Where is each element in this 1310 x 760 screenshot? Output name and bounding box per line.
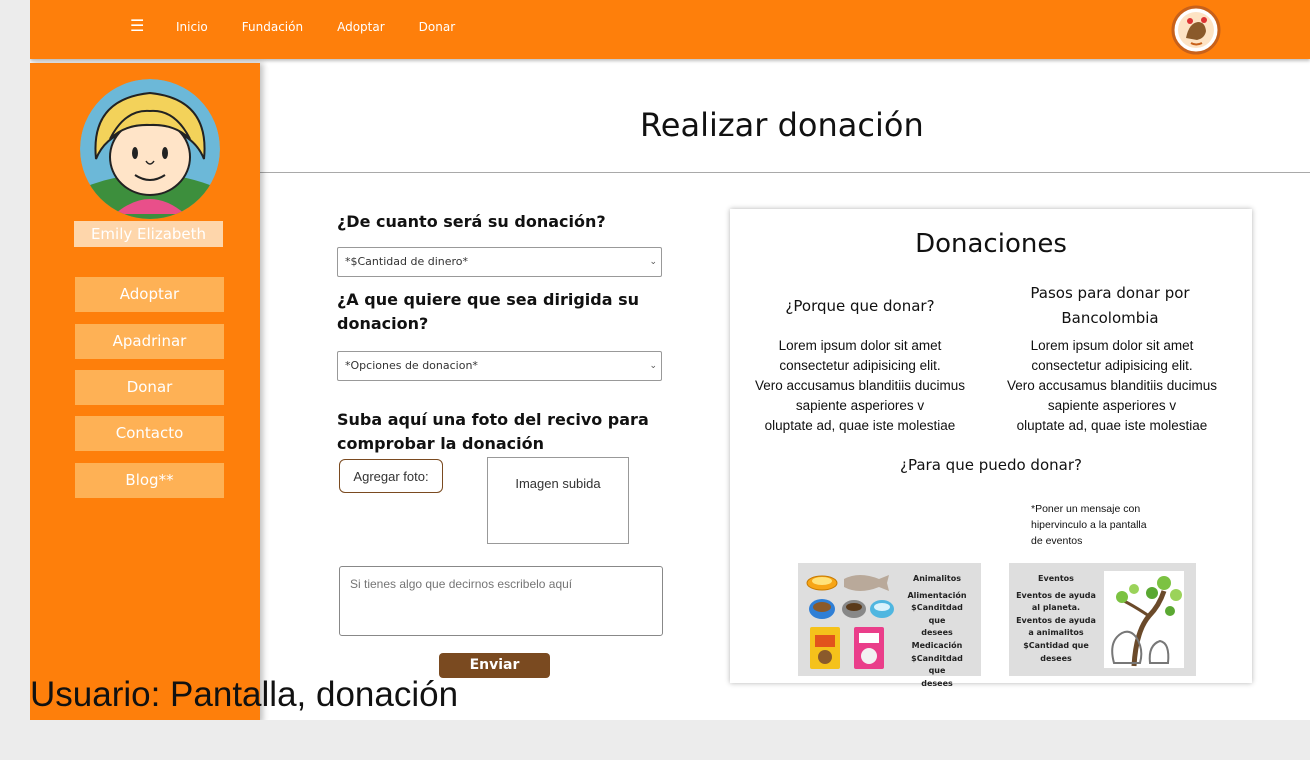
paw-logo-icon[interactable] <box>1171 5 1221 55</box>
tree-pet-icon <box>1104 571 1184 668</box>
photo-question: Suba aquí una foto del recivo para compr… <box>337 410 649 453</box>
add-photo-button[interactable]: Agregar foto: <box>339 459 443 493</box>
chevron-down-icon: ⌄ <box>649 257 657 267</box>
sidebar-item-contacto[interactable]: Contacto <box>75 416 224 451</box>
nav-link-fundacion[interactable]: Fundación <box>242 18 303 36</box>
sidebar-item-donar[interactable]: Donar <box>75 370 224 405</box>
uploaded-image-box: Imagen subida <box>487 457 629 544</box>
hamburger-menu-icon[interactable]: ☰ <box>130 16 144 36</box>
promo-animalitos[interactable]: Animalitos Alimentación $Canditdad que d… <box>798 563 981 688</box>
steps-title: Pasos para donar por Bancolombia <box>1030 284 1190 327</box>
top-navbar: ☰ Inicio Fundación Adoptar Donar <box>30 0 1310 59</box>
target-select-placeholder: *Opciones de donacion* <box>345 359 478 372</box>
why-donate-title: ¿Porque que donar? <box>785 297 935 315</box>
target-question: ¿A que quiere que sea dirigida su donaci… <box>337 290 639 333</box>
page: ☰ Inicio Fundación Adoptar Donar Emily E… <box>30 0 1310 720</box>
message-textarea[interactable] <box>339 566 663 636</box>
why-donate-text: Lorem ipsum dolor sit amet consectetur a… <box>754 338 966 433</box>
sidebar-item-blog[interactable]: Blog** <box>75 463 224 498</box>
chevron-down-icon: ⌄ <box>649 361 657 371</box>
pet-supplies-icon <box>806 575 894 669</box>
sidebar: Emily Elizabeth Adoptar Apadrinar Donar … <box>30 63 260 720</box>
steps-text: Lorem ipsum dolor sit amet consectetur a… <box>1006 338 1218 433</box>
nav-link-inicio[interactable]: Inicio <box>176 18 208 36</box>
amount-select-placeholder: *$Cantidad de dinero* <box>345 255 468 268</box>
promo-eventos-text: Eventos Eventos de ayuda al planeta. Eve… <box>1016 574 1096 663</box>
screen-caption: Usuario: Pantalla, donación <box>30 675 459 714</box>
title-divider <box>260 172 1310 173</box>
nav-links: Inicio Fundación Adoptar Donar <box>176 18 489 36</box>
amount-select[interactable]: *$Cantidad de dinero* ⌄ <box>337 247 662 277</box>
donations-info-card: Donaciones ¿Porque que donar? Lorem ipsu… <box>730 209 1252 688</box>
amount-question: ¿De cuanto será su donación? <box>337 212 606 231</box>
sidebar-item-adoptar[interactable]: Adoptar <box>75 277 224 312</box>
nav-link-adoptar[interactable]: Adoptar <box>337 18 385 36</box>
what-for-title: ¿Para que puedo donar? <box>900 456 1082 474</box>
username-label: Emily Elizabeth <box>74 221 223 247</box>
sidebar-item-apadrinar[interactable]: Apadrinar <box>75 324 224 359</box>
nav-link-donar[interactable]: Donar <box>419 18 455 36</box>
user-avatar <box>80 79 220 219</box>
promo-eventos[interactable]: Eventos Eventos de ayuda al planeta. Eve… <box>1009 563 1196 676</box>
page-title: Realizar donación <box>640 106 924 144</box>
card-title: Donaciones <box>915 229 1067 259</box>
promo-animalitos-text: Animalitos Alimentación $Canditdad que d… <box>907 574 967 688</box>
target-select[interactable]: *Opciones de donacion* ⌄ <box>337 351 662 381</box>
events-note: *Poner un mensaje con hipervinculo a la … <box>1031 503 1147 547</box>
